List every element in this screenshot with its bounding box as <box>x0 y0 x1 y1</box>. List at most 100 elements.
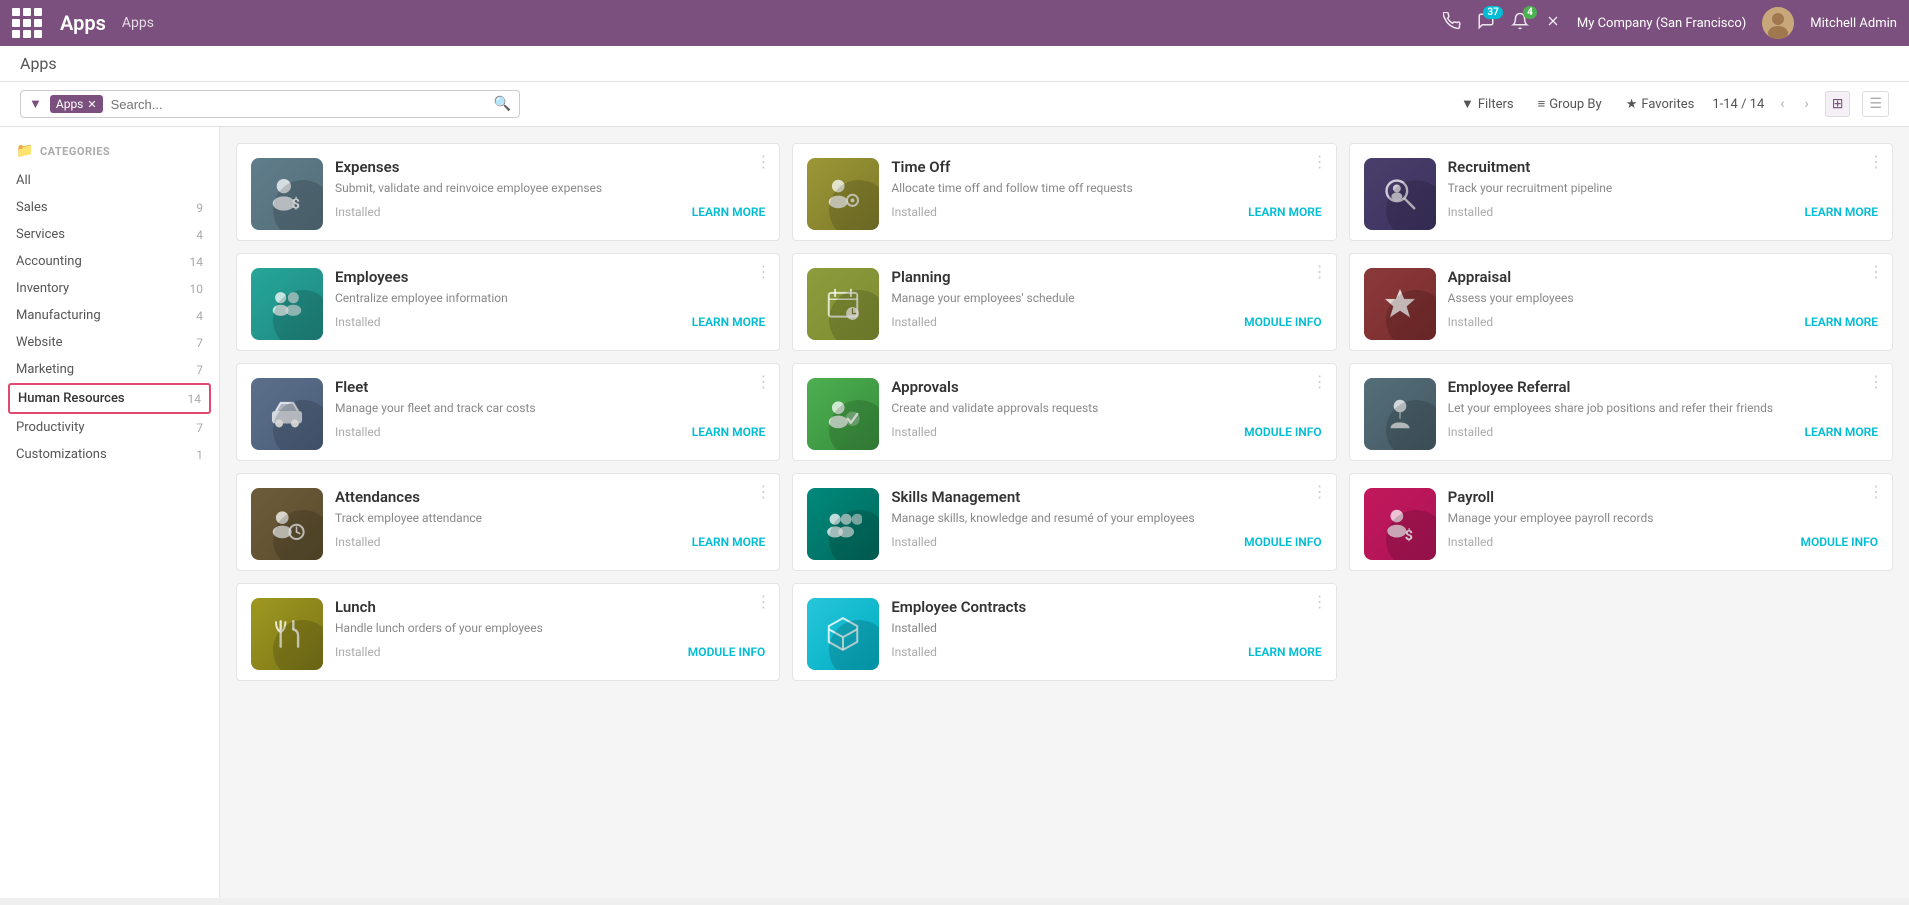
filter-icon: ▼ <box>1461 96 1474 112</box>
app-action-button[interactable]: MODULE INFO <box>1244 315 1322 329</box>
app-action-button[interactable]: LEARN MORE <box>1804 205 1878 219</box>
app-menu-dots[interactable]: ⋮ <box>755 592 771 611</box>
app-footer: Installed LEARN MORE <box>335 535 765 549</box>
groupby-button[interactable]: ≡ Group By <box>1532 92 1608 116</box>
phone-icon[interactable] <box>1443 12 1461 35</box>
grid-menu-icon[interactable] <box>12 8 42 38</box>
app-footer: Installed LEARN MORE <box>1448 205 1878 219</box>
sidebar-item-count: 14 <box>188 392 202 406</box>
app-menu-dots[interactable]: ⋮ <box>1312 152 1328 171</box>
app-status: Installed <box>335 205 381 219</box>
sidebar-item-count: 1 <box>196 448 203 462</box>
app-menu-dots[interactable]: ⋮ <box>1868 262 1884 281</box>
notification-icon[interactable]: 4 <box>1511 12 1529 35</box>
filters-button[interactable]: ▼ Filters <box>1455 92 1520 116</box>
sidebar: 📁 CATEGORIES All Sales 9 Services 4 Acco… <box>0 127 220 898</box>
app-menu-dots[interactable]: ⋮ <box>1312 592 1328 611</box>
sidebar-item-human-resources[interactable]: Human Resources 14 <box>8 383 211 414</box>
sidebar-item-all[interactable]: All <box>0 167 219 194</box>
search-icon[interactable]: 🔍 <box>494 96 511 112</box>
app-info: Payroll Manage your employee payroll rec… <box>1448 488 1878 549</box>
company-name[interactable]: My Company (San Francisco) <box>1577 16 1746 31</box>
app-action-button[interactable]: MODULE INFO <box>1244 425 1322 439</box>
app-description: Manage skills, knowledge and resumé of y… <box>891 510 1321 527</box>
list-view-button[interactable]: ☰ <box>1862 91 1889 117</box>
app-menu-dots[interactable]: ⋮ <box>1312 482 1328 501</box>
app-action-button[interactable]: LEARN MORE <box>1248 205 1322 219</box>
avatar[interactable] <box>1762 7 1794 39</box>
filter-tag-close[interactable]: ✕ <box>87 98 96 111</box>
app-card: Attendances Track employee attendance In… <box>236 473 780 571</box>
app-menu-dots[interactable]: ⋮ <box>1868 372 1884 391</box>
app-info: Recruitment Track your recruitment pipel… <box>1448 158 1878 219</box>
app-action-button[interactable]: MODULE INFO <box>1800 535 1878 549</box>
app-name: Payroll <box>1448 488 1878 506</box>
sidebar-item-marketing[interactable]: Marketing 7 <box>0 356 219 383</box>
app-action-button[interactable]: LEARN MORE <box>692 205 766 219</box>
sidebar-item-count: 7 <box>196 421 203 435</box>
app-footer: Installed LEARN MORE <box>1448 425 1878 439</box>
favorites-icon: ★ <box>1626 97 1638 112</box>
app-footer: Installed MODULE INFO <box>1448 535 1878 549</box>
sidebar-item-productivity[interactable]: Productivity 7 <box>0 414 219 441</box>
app-info: Time Off Allocate time off and follow ti… <box>891 158 1321 219</box>
chat-icon[interactable]: 37 <box>1477 12 1495 35</box>
filter-tag-apps[interactable]: Apps ✕ <box>50 95 103 113</box>
app-name: Skills Management <box>891 488 1321 506</box>
app-name: Expenses <box>335 158 765 176</box>
close-icon[interactable] <box>1545 13 1561 34</box>
app-menu-dots[interactable]: ⋮ <box>1868 482 1884 501</box>
app-action-button[interactable]: LEARN MORE <box>1248 645 1322 659</box>
app-status: Installed <box>1448 535 1494 549</box>
app-icon <box>807 268 879 340</box>
app-name: Lunch <box>335 598 765 616</box>
sidebar-item-inventory[interactable]: Inventory 10 <box>0 275 219 302</box>
sidebar-item-services[interactable]: Services 4 <box>0 221 219 248</box>
app-icon <box>807 488 879 560</box>
app-action-button[interactable]: LEARN MORE <box>692 315 766 329</box>
app-info: Skills Management Manage skills, knowled… <box>891 488 1321 549</box>
prev-page-button[interactable]: ‹ <box>1776 94 1788 114</box>
app-menu-dots[interactable]: ⋮ <box>755 482 771 501</box>
main-layout: 📁 CATEGORIES All Sales 9 Services 4 Acco… <box>0 127 1909 898</box>
sidebar-item-customizations[interactable]: Customizations 1 <box>0 441 219 468</box>
notification-badge: 4 <box>1523 6 1537 19</box>
user-name[interactable]: Mitchell Admin <box>1810 16 1897 31</box>
sidebar-item-manufacturing[interactable]: Manufacturing 4 <box>0 302 219 329</box>
app-icon <box>807 378 879 450</box>
app-action-button[interactable]: LEARN MORE <box>692 535 766 549</box>
nav-link-apps[interactable]: Apps <box>122 15 154 31</box>
search-input[interactable] <box>111 97 486 112</box>
app-info: Expenses Submit, validate and reinvoice … <box>335 158 765 219</box>
app-action-button[interactable]: LEARN MORE <box>1804 425 1878 439</box>
chat-badge: 37 <box>1483 6 1502 19</box>
categories-label: 📁 CATEGORIES <box>0 143 219 167</box>
app-action-button[interactable]: MODULE INFO <box>1244 535 1322 549</box>
app-info: Employee Contracts Installed Installed L… <box>891 598 1321 659</box>
app-title: Apps <box>60 11 106 35</box>
app-name: Employee Referral <box>1448 378 1878 396</box>
app-menu-dots[interactable]: ⋮ <box>755 152 771 171</box>
app-status: Installed <box>335 645 381 659</box>
app-menu-dots[interactable]: ⋮ <box>1312 372 1328 391</box>
app-card: Approvals Create and validate approvals … <box>792 363 1336 461</box>
app-description: Let your employees share job positions a… <box>1448 400 1878 417</box>
app-icon <box>251 598 323 670</box>
app-menu-dots[interactable]: ⋮ <box>1868 152 1884 171</box>
sidebar-item-sales[interactable]: Sales 9 <box>0 194 219 221</box>
top-navigation: Apps Apps 37 4 My Company (San Francisco… <box>0 0 1909 46</box>
favorites-button[interactable]: ★ Favorites <box>1620 93 1701 116</box>
sidebar-item-label: Sales <box>16 200 48 215</box>
app-menu-dots[interactable]: ⋮ <box>755 262 771 281</box>
app-icon <box>251 268 323 340</box>
grid-view-button[interactable]: ⊞ <box>1825 91 1851 117</box>
sidebar-item-website[interactable]: Website 7 <box>0 329 219 356</box>
next-page-button[interactable]: › <box>1800 94 1812 114</box>
app-menu-dots[interactable]: ⋮ <box>1312 262 1328 281</box>
controls-right: ▼ Filters ≡ Group By ★ Favorites 1-14 / … <box>1455 91 1889 117</box>
sidebar-item-accounting[interactable]: Accounting 14 <box>0 248 219 275</box>
app-action-button[interactable]: MODULE INFO <box>688 645 766 659</box>
app-action-button[interactable]: LEARN MORE <box>1804 315 1878 329</box>
app-action-button[interactable]: LEARN MORE <box>692 425 766 439</box>
app-menu-dots[interactable]: ⋮ <box>755 372 771 391</box>
